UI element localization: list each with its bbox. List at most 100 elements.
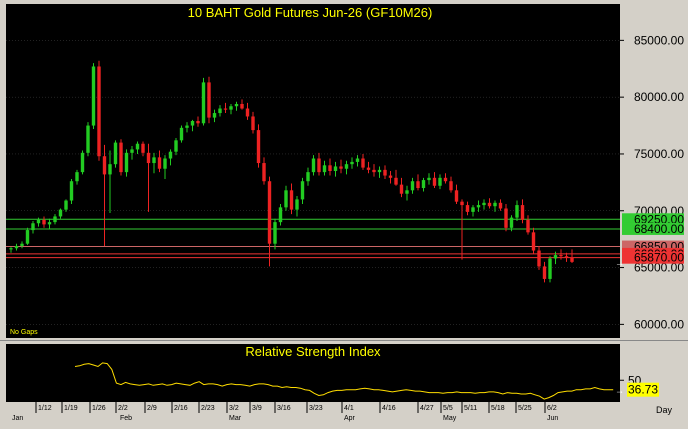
x-tick-label: 3/9	[252, 405, 262, 412]
candle-body	[229, 106, 233, 110]
candle-body	[256, 130, 261, 164]
candle-body	[322, 165, 327, 173]
candle-body	[64, 200, 68, 210]
rsi-value-label: 36.73	[628, 383, 658, 397]
price-tick-label: 85000.00	[634, 33, 684, 47]
candle-body	[196, 121, 200, 124]
candle-body	[251, 116, 255, 131]
x-tick-label: 4/27	[420, 405, 434, 412]
candle-body	[278, 207, 283, 223]
candle-body	[333, 166, 338, 171]
candle-body	[388, 175, 393, 178]
x-tick-label: 1/19	[64, 405, 78, 412]
candle-body	[31, 223, 35, 231]
candle-body	[300, 181, 305, 200]
candle-body	[267, 181, 272, 244]
candle-body	[509, 217, 514, 228]
candle-body	[482, 202, 486, 206]
candle-body	[476, 205, 481, 208]
candle-body	[108, 164, 112, 175]
candle-body	[542, 266, 547, 279]
candle-body	[25, 230, 30, 244]
month-label: Mar	[229, 415, 242, 422]
candle-body	[427, 177, 431, 181]
price-tick-label: 80000.00	[634, 90, 684, 104]
candle-body	[174, 140, 178, 152]
x-tick-label: 4/1	[344, 405, 354, 412]
candle-body	[135, 143, 140, 150]
candle-body	[223, 108, 228, 110]
x-tick-label: 3/23	[309, 405, 323, 412]
candle-body	[295, 199, 299, 210]
candle-body	[47, 222, 52, 225]
candle-body	[487, 202, 492, 207]
month-label: Apr	[344, 415, 356, 422]
candle-body	[531, 232, 536, 251]
candle-body	[245, 108, 250, 117]
candle-body	[185, 125, 189, 128]
candle-body	[504, 208, 508, 228]
candle-body	[130, 149, 134, 153]
candle-body	[366, 167, 371, 170]
candle-body	[537, 250, 541, 267]
candle-body	[262, 163, 266, 182]
x-tick-label: 2/2	[118, 405, 128, 412]
candle-body	[141, 143, 145, 153]
candle-body	[432, 177, 437, 186]
candle-body	[460, 201, 464, 206]
candle-body	[69, 181, 74, 201]
chart-window: 60000.00 65000.00 70000.00 75000.00 80000.00…	[0, 0, 688, 424]
x-tick-label: 1/12	[38, 405, 52, 412]
candle-body	[383, 169, 387, 176]
candle-body	[124, 152, 129, 173]
candle-body	[218, 108, 222, 114]
candle-body	[361, 158, 365, 168]
candle-body	[564, 256, 569, 258]
candle-body	[97, 66, 101, 157]
month-label: Feb	[120, 415, 132, 422]
candle-body	[157, 157, 162, 169]
candle-body	[399, 184, 404, 194]
price-level-label: 65870.00	[634, 251, 684, 265]
candle-body	[520, 205, 525, 220]
candle-body	[394, 177, 398, 185]
candle-body	[454, 190, 459, 202]
candle-body	[190, 121, 195, 126]
candle-body	[405, 190, 409, 194]
candle-body	[201, 82, 206, 124]
candle-body	[355, 158, 360, 162]
candle-body	[570, 257, 574, 262]
candle-body	[410, 181, 415, 191]
candle-body	[152, 157, 156, 164]
price-tick-label: 60000.00	[634, 317, 684, 331]
candle-body	[438, 177, 442, 186]
candle-body	[317, 158, 321, 173]
candle-body	[339, 166, 343, 169]
x-tick-label: 2/9	[147, 405, 157, 412]
candle-body	[58, 209, 63, 217]
candle-body	[9, 248, 13, 250]
last-price-arrow: →	[615, 258, 624, 268]
x-tick-label: 5/5	[443, 405, 453, 412]
candle-body	[526, 219, 530, 233]
candle-body	[75, 172, 79, 182]
chart-title: 10 BAHT Gold Futures Jun-26 (GF10M26)	[188, 5, 433, 20]
candle-body	[36, 219, 41, 224]
price-tick-label: 75000.00	[634, 147, 684, 161]
candle-body	[350, 161, 354, 165]
candle-body	[328, 165, 332, 171]
price-level-label: 68400.00	[634, 222, 684, 236]
candle-body	[493, 202, 497, 207]
candle-body	[421, 180, 426, 189]
x-tick-label: 3/16	[277, 405, 291, 412]
candle-body	[471, 207, 475, 212]
month-label: Jan	[12, 415, 23, 422]
candle-body	[284, 190, 288, 208]
candle-body	[163, 158, 167, 169]
no-gaps-note: No Gaps	[10, 329, 38, 336]
x-axis-unit: Day	[656, 405, 673, 415]
candle-body	[443, 177, 448, 182]
rsi-last-arrow: →	[615, 386, 624, 396]
candle-body	[306, 172, 310, 182]
candle-body	[119, 142, 123, 173]
